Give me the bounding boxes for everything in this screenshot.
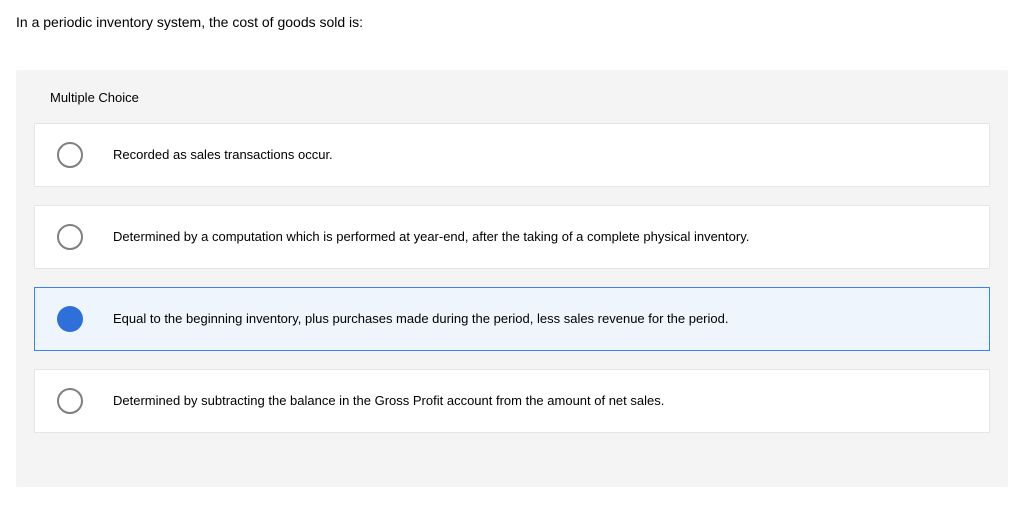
option-2[interactable]: Determined by a computation which is per… bbox=[34, 205, 990, 269]
option-text: Equal to the beginning inventory, plus p… bbox=[113, 310, 728, 328]
radio-icon bbox=[57, 142, 83, 168]
option-1[interactable]: Recorded as sales transactions occur. bbox=[34, 123, 990, 187]
option-text: Determined by subtracting the balance in… bbox=[113, 392, 664, 410]
radio-icon bbox=[57, 388, 83, 414]
radio-icon bbox=[57, 224, 83, 250]
option-4[interactable]: Determined by subtracting the balance in… bbox=[34, 369, 990, 433]
option-text: Determined by a computation which is per… bbox=[113, 228, 749, 246]
option-3[interactable]: Equal to the beginning inventory, plus p… bbox=[34, 287, 990, 351]
options-area: Recorded as sales transactions occur. De… bbox=[16, 123, 1008, 433]
option-text: Recorded as sales transactions occur. bbox=[113, 146, 333, 164]
question-text: In a periodic inventory system, the cost… bbox=[0, 0, 1024, 30]
section-label: Multiple Choice bbox=[16, 70, 1008, 123]
multiple-choice-container: Multiple Choice Recorded as sales transa… bbox=[16, 70, 1008, 487]
radio-icon bbox=[57, 306, 83, 332]
